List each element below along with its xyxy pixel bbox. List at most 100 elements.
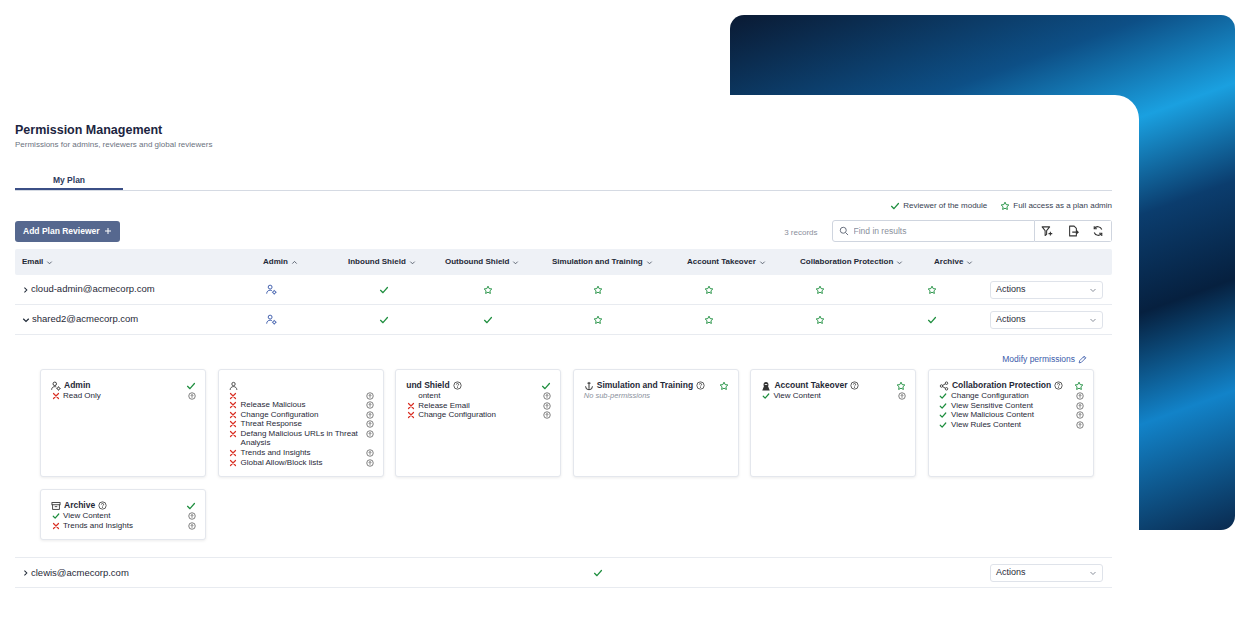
help-icon [1054, 381, 1063, 390]
info-arrow-icon [188, 521, 196, 530]
info-arrow-icon [188, 391, 196, 400]
permission-item: View Rules Content [939, 420, 1084, 430]
permission-item: Global Allow/Block lists [229, 458, 374, 468]
admin-cell [256, 567, 341, 578]
cross-icon [229, 429, 238, 438]
actions-cell: Actions [985, 311, 1112, 329]
hook-icon [584, 381, 594, 391]
filter-plus-icon [1041, 225, 1053, 237]
table-row[interactable]: clewis@acmecorp.com Actions [15, 558, 1112, 588]
star-icon [593, 285, 603, 295]
check-icon [939, 391, 948, 400]
permission-label: View Content [63, 511, 185, 521]
chevron-down-icon[interactable] [22, 316, 30, 324]
permission-label: Change Configuration [418, 410, 540, 420]
help-icon [453, 381, 462, 390]
module-cell [793, 567, 927, 578]
actions-dropdown[interactable]: Actions [990, 564, 1103, 582]
column-header[interactable]: Archive [927, 256, 985, 268]
column-label: Inbound Shield [348, 256, 406, 268]
actions-cell: Actions [985, 281, 1112, 299]
module-cell [341, 285, 438, 295]
column-label: Email [22, 256, 43, 268]
chevron-down-icon [759, 259, 766, 266]
email-cell: shared2@acmecorp.com [15, 312, 256, 326]
table-header: Email Admin Inbound Shield Outbound Shield S… [15, 249, 1112, 275]
permission-item: Trends and Insights [51, 521, 196, 531]
cross-icon [229, 410, 238, 419]
permission-label: Defang Malicious URLs in Threat Analysis [241, 429, 363, 448]
permission-card: und ShieldontentRelease EmailChange Conf… [395, 369, 561, 477]
column-header[interactable]: Email [15, 256, 256, 268]
check-icon [927, 315, 937, 325]
permission-label: View Malicious Content [951, 410, 1073, 420]
tab[interactable]: My Plan [15, 160, 123, 190]
card-title: Archive [64, 500, 95, 511]
chevron-right-icon[interactable] [22, 286, 29, 294]
admin-cell [256, 284, 341, 295]
column-label: Collaboration Protection [800, 256, 893, 268]
column-header[interactable]: Simulation and Training [545, 256, 680, 268]
check-icon [186, 381, 196, 391]
star-icon [593, 315, 603, 325]
column-label: Outbound Shield [445, 256, 509, 268]
module-cell [680, 285, 793, 295]
help-icon [98, 501, 107, 510]
table-row[interactable]: shared2@acmecorp.com Actions [15, 305, 1112, 335]
export-button[interactable] [1060, 221, 1086, 241]
check-icon [939, 410, 948, 419]
column-header[interactable]: Admin [256, 256, 341, 268]
permission-item: Threat Response [229, 419, 374, 429]
search-input[interactable] [854, 225, 1028, 238]
star-icon [815, 315, 825, 325]
chevron-right-icon[interactable] [22, 569, 29, 577]
card-header: Archive [51, 500, 196, 511]
module-cell [341, 315, 438, 325]
check-icon [379, 285, 389, 295]
actions-dropdown[interactable]: Actions [990, 281, 1103, 299]
filter-button[interactable] [1035, 221, 1061, 241]
email-cell: clewis@acmecorp.com [15, 566, 256, 580]
actions-label: Actions [996, 283, 1026, 297]
column-header[interactable]: Account Takeover [680, 256, 793, 268]
info-arrow-icon [366, 448, 374, 457]
column-header[interactable]: Outbound Shield [438, 256, 545, 268]
permission-item: ontent [406, 391, 551, 401]
info-arrow-icon [1076, 420, 1084, 429]
permission-label: Release Email [418, 401, 540, 411]
info-arrow-icon [366, 458, 374, 467]
permission-item: Change Configuration [229, 410, 374, 420]
refresh-button[interactable] [1086, 221, 1112, 241]
cross-icon [51, 391, 60, 400]
column-header[interactable]: Collaboration Protection [793, 256, 927, 268]
card-header: Admin [51, 380, 196, 391]
permission-label: Trends and Insights [241, 448, 363, 458]
page-subtitle: Permissions for admins, reviewers and gl… [15, 140, 1112, 150]
info-arrow-icon [898, 391, 906, 400]
permission-item: View Malicious Content [939, 410, 1084, 420]
module-cell [545, 285, 680, 295]
check-icon [51, 511, 60, 520]
module-cell [680, 567, 793, 578]
add-plan-reviewer-label: Add Plan Reviewer [23, 226, 100, 236]
admin-icon [51, 381, 61, 391]
permission-cards: AdminRead OnlyRelease MaliciousChange Co… [40, 369, 1094, 540]
modify-permissions-link[interactable]: Modify permissions [1002, 353, 1087, 365]
check-icon [890, 201, 900, 211]
column-label: Account Takeover [687, 256, 756, 268]
table-row[interactable]: cloud-admin@acmecorp.comActions [15, 275, 1112, 305]
permission-label: Change Configuration [241, 410, 363, 420]
card-title: Admin [64, 380, 90, 391]
card-title: Account Takeover [774, 380, 847, 391]
card-header: Account Takeover [761, 380, 906, 391]
admin-icon [266, 284, 277, 295]
add-plan-reviewer-button[interactable]: Add Plan Reviewer [15, 221, 120, 242]
column-header[interactable]: Inbound Shield [341, 256, 438, 268]
actions-label: Actions [996, 566, 1026, 580]
module-cell [927, 315, 985, 325]
card-header: und Shield [406, 380, 551, 391]
actions-dropdown[interactable]: Actions [990, 311, 1103, 329]
